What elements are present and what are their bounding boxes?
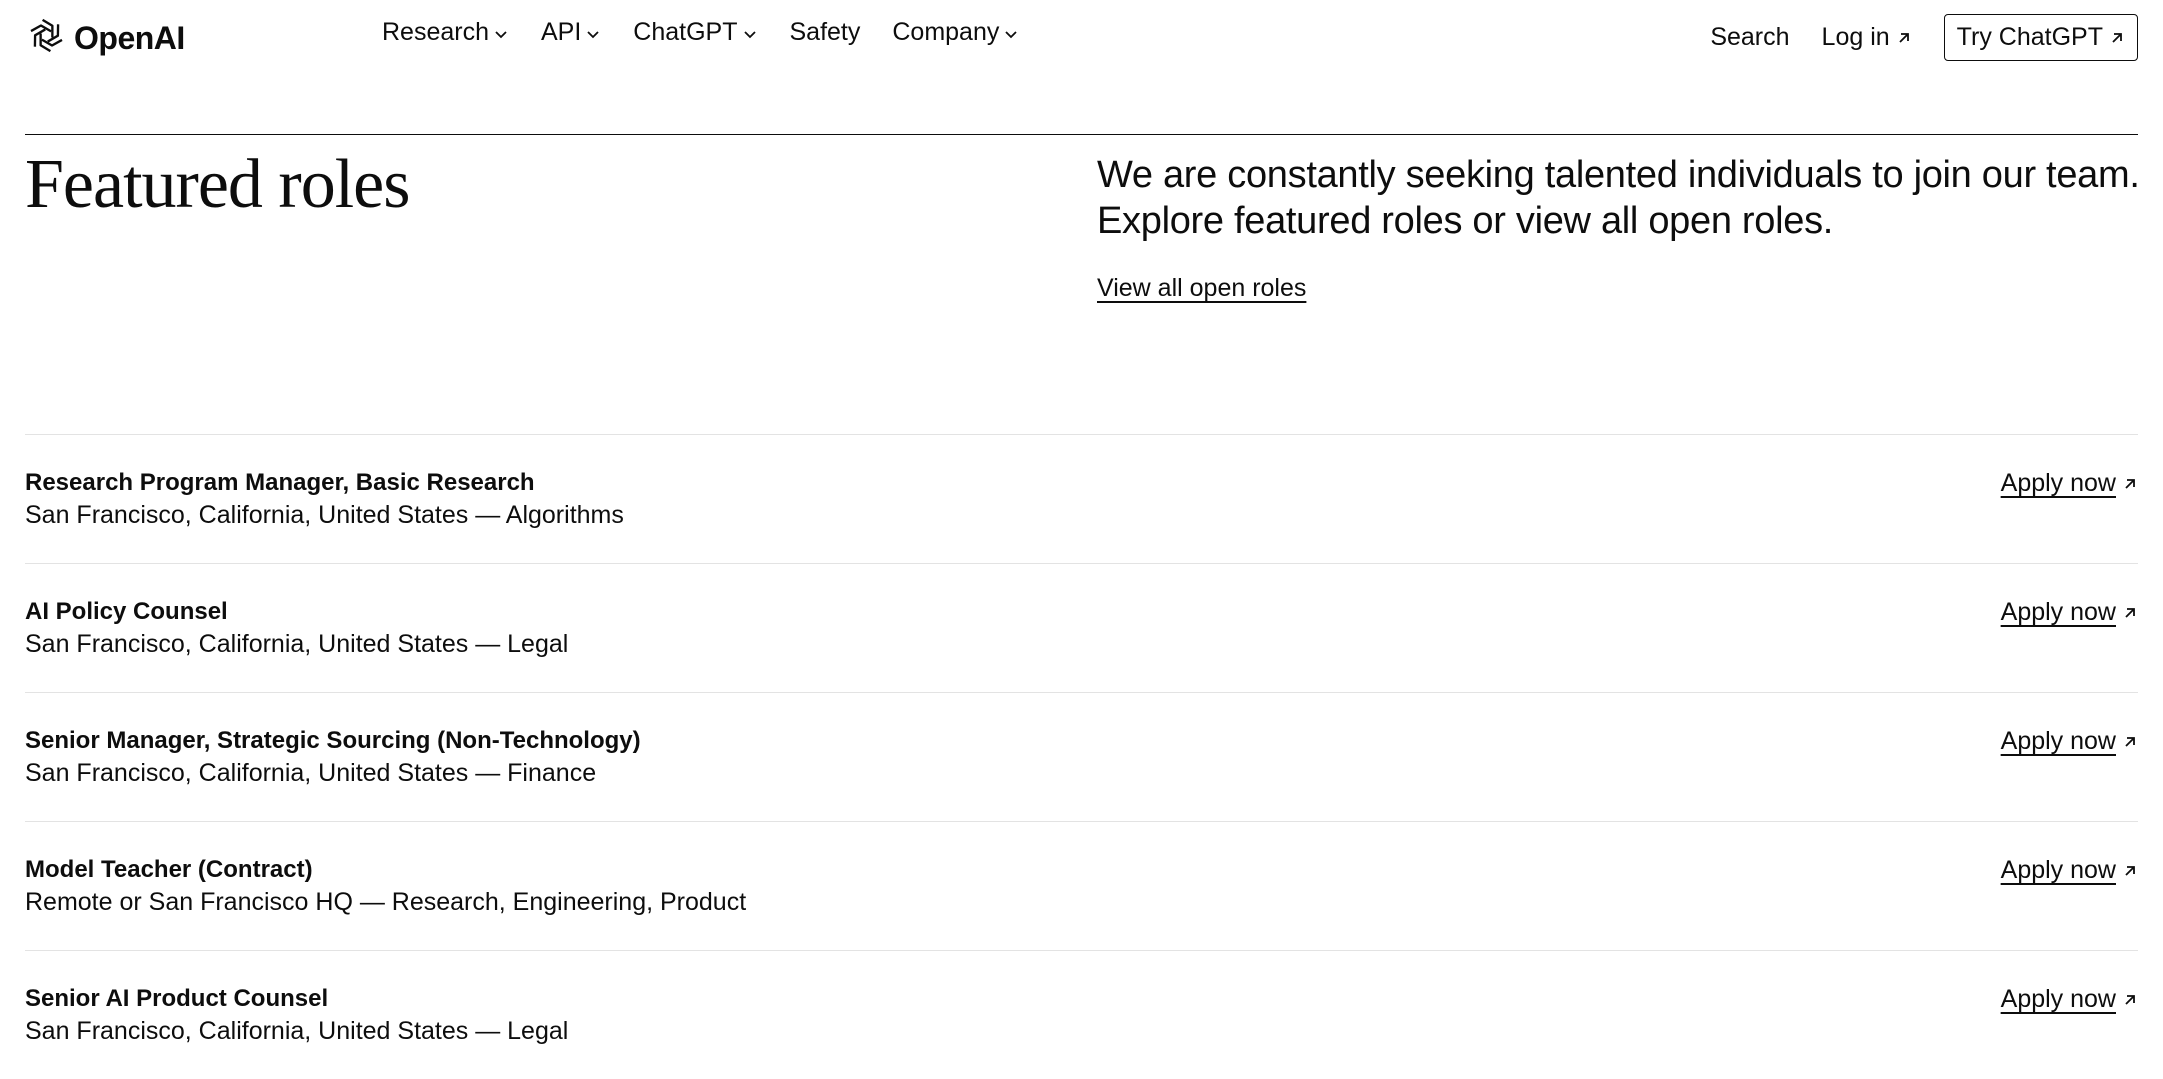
arrow-up-right-icon bbox=[2112, 32, 2122, 43]
role-item: Senior AI Product Counsel San Francisco,… bbox=[25, 950, 2138, 1079]
menu-item-label: Safety bbox=[789, 18, 861, 46]
role-location-team: San Francisco, California, United States… bbox=[25, 759, 597, 787]
role-title[interactable]: Research Program Manager, Basic Research bbox=[25, 469, 535, 497]
arrow-up-right-icon bbox=[1899, 32, 1909, 43]
section-intro: We are constantly seeking talented indiv… bbox=[1097, 154, 2140, 242]
page-title: Featured roles bbox=[25, 146, 410, 223]
menu-item-label: ChatGPT bbox=[633, 18, 738, 46]
arrow-up-right-icon bbox=[2125, 994, 2135, 1005]
role-item: Model Teacher (Contract) Remote or San F… bbox=[25, 821, 2138, 950]
apply-now-label: Apply now bbox=[2000, 469, 2116, 497]
arrow-up-right-icon bbox=[2125, 865, 2135, 876]
role-location-team: Remote or San Francisco HQ — Research, E… bbox=[25, 888, 747, 916]
main-menu: Research API ChatGPT Safety Company bbox=[382, 18, 1051, 47]
arrow-up-right-icon bbox=[2125, 607, 2135, 618]
search-link[interactable]: Search bbox=[1710, 23, 1789, 52]
arrow-up-right-icon bbox=[2125, 478, 2135, 489]
role-location-team: San Francisco, California, United States… bbox=[25, 501, 624, 529]
apply-now-label: Apply now bbox=[2000, 727, 2116, 755]
chevron-down-icon bbox=[495, 31, 507, 39]
openai-logo-icon bbox=[25, 14, 68, 62]
role-title[interactable]: Model Teacher (Contract) bbox=[25, 856, 313, 884]
apply-now-link[interactable]: Apply now bbox=[2001, 985, 2138, 1014]
login-link[interactable]: Log in bbox=[1822, 23, 1912, 52]
role-location-team: San Francisco, California, United States… bbox=[25, 1017, 569, 1045]
view-all-open-roles-link[interactable]: View all open roles bbox=[1097, 274, 1306, 303]
account-navigation: Search Log in Try ChatGPT bbox=[1710, 14, 2138, 61]
apply-now-label: Apply now bbox=[2000, 856, 2116, 884]
menu-item-chatgpt[interactable]: ChatGPT bbox=[633, 18, 757, 47]
menu-item-research[interactable]: Research bbox=[382, 18, 509, 47]
brand-name: OpenAI bbox=[74, 19, 185, 56]
role-item: Senior Manager, Strategic Sourcing (Non-… bbox=[25, 692, 2138, 821]
role-item: Research Program Manager, Basic Research… bbox=[25, 434, 2138, 563]
try-chatgpt-button[interactable]: Try ChatGPT bbox=[1943, 14, 2138, 61]
menu-item-label: Research bbox=[382, 18, 489, 46]
menu-item-safety[interactable]: Safety bbox=[790, 18, 861, 47]
try-chatgpt-label: Try ChatGPT bbox=[1956, 23, 2103, 51]
apply-now-link[interactable]: Apply now bbox=[2001, 727, 2138, 756]
role-title[interactable]: AI Policy Counsel bbox=[25, 598, 228, 626]
chevron-down-icon bbox=[743, 31, 756, 39]
role-item: AI Policy Counsel San Francisco, Califor… bbox=[25, 563, 2138, 692]
arrow-up-right-icon bbox=[2125, 736, 2135, 747]
apply-now-link[interactable]: Apply now bbox=[2001, 469, 2138, 498]
role-location-team: San Francisco, California, United States… bbox=[25, 630, 569, 658]
apply-now-label: Apply now bbox=[2000, 598, 2116, 626]
menu-item-company[interactable]: Company bbox=[892, 18, 1019, 47]
chevron-down-icon bbox=[587, 31, 599, 39]
apply-now-link[interactable]: Apply now bbox=[2001, 856, 2138, 885]
section-divider bbox=[25, 134, 2138, 135]
top-navigation: OpenAI Research API ChatGPT Safety Compa… bbox=[0, 0, 2163, 72]
role-title[interactable]: Senior Manager, Strategic Sourcing (Non-… bbox=[25, 727, 641, 755]
menu-item-label: Company bbox=[892, 18, 1000, 46]
role-title[interactable]: Senior AI Product Counsel bbox=[25, 985, 328, 1013]
login-label: Log in bbox=[1821, 23, 1890, 51]
apply-now-label: Apply now bbox=[2000, 985, 2116, 1013]
roles-list: Research Program Manager, Basic Research… bbox=[25, 434, 2138, 1079]
menu-item-api[interactable]: API bbox=[541, 18, 601, 47]
chevron-down-icon bbox=[1005, 31, 1018, 39]
apply-now-link[interactable]: Apply now bbox=[2001, 598, 2138, 627]
openai-logo-link[interactable]: OpenAI bbox=[25, 14, 185, 62]
menu-item-label: API bbox=[541, 18, 582, 46]
